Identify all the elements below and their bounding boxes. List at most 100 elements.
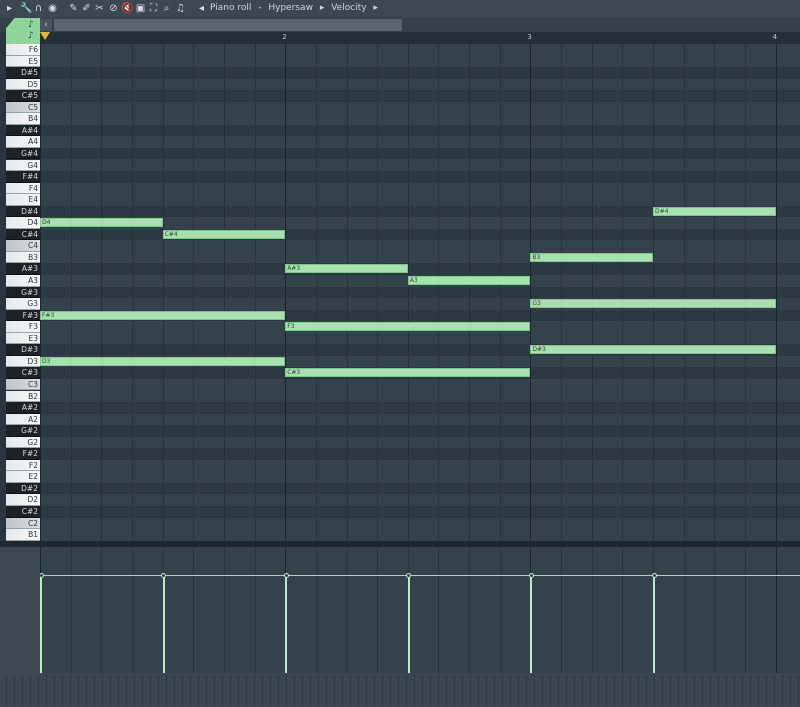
piano-key[interactable]: A#3 <box>6 263 40 275</box>
piano-key[interactable]: G3 <box>6 298 40 310</box>
mute-icon[interactable]: 🔇 <box>121 3 133 14</box>
piano-key[interactable]: A2 <box>6 413 40 426</box>
pencil-icon[interactable]: ✎ <box>68 3 79 14</box>
zoom-fit-icon[interactable]: ⛶ <box>148 3 159 14</box>
piano-key[interactable]: D3 <box>6 355 40 368</box>
title-arrow-2: ▸ <box>373 3 378 13</box>
piano-key[interactable]: C#4 <box>6 228 40 241</box>
brush-icon[interactable]: ✐ <box>81 3 92 14</box>
scrollbar-stripe <box>510 675 511 705</box>
wrench-icon[interactable]: 🔧 <box>20 3 32 14</box>
pitch-lane <box>40 506 800 518</box>
note-fs3[interactable]: F#3 <box>40 310 286 320</box>
note-ds4[interactable]: D#4 <box>653 206 776 216</box>
playhead-marker[interactable] <box>40 32 50 40</box>
piano-key[interactable]: D#4 <box>6 205 40 218</box>
velocity-handle[interactable] <box>528 572 534 578</box>
velocity-grid-line <box>683 547 685 673</box>
zoom-icon[interactable]: ⌕ <box>161 3 172 14</box>
velocity-stem[interactable] <box>40 574 42 673</box>
speaker-icon[interactable]: ♫ <box>175 3 186 14</box>
piano-key[interactable]: B3 <box>6 251 40 264</box>
velocity-handle[interactable] <box>283 572 289 578</box>
piano-key[interactable]: F#4 <box>6 171 40 183</box>
note-grid[interactable]: D4 C#4 F#3 D3 A#3 A3 F3 C#3 B3 D#4 G3 D#3 <box>40 44 800 541</box>
horizontal-scrollbar[interactable] <box>54 19 402 31</box>
piano-key[interactable]: G#3 <box>6 286 40 299</box>
piano-key[interactable]: F#3 <box>6 309 40 322</box>
note-ds3[interactable]: D#3 <box>530 345 776 355</box>
piano-key[interactable]: D5 <box>6 78 40 91</box>
grid-subdivision-line <box>193 44 195 541</box>
velocity-handle[interactable] <box>406 572 412 578</box>
piano-key[interactable]: F#2 <box>6 448 40 460</box>
piano-key[interactable]: D#3 <box>6 344 40 356</box>
piano-key[interactable]: F3 <box>6 321 40 333</box>
scroll-left-button[interactable]: ‹ <box>40 19 52 31</box>
piano-key[interactable]: C#2 <box>6 506 40 518</box>
title-instrument[interactable]: Hypersaw <box>268 3 313 13</box>
piano-key[interactable]: C#3 <box>6 367 40 379</box>
record-icon[interactable]: ◉ <box>47 3 58 14</box>
velocity-stem[interactable] <box>407 574 410 673</box>
scrollbar-stripe <box>374 675 375 705</box>
piano-key[interactable]: B1 <box>6 529 40 541</box>
piano-key[interactable]: G2 <box>6 436 40 449</box>
piano-key[interactable]: E2 <box>6 471 40 483</box>
magnet-icon[interactable]: ∩ <box>33 3 44 14</box>
piano-key[interactable]: A#4 <box>6 124 40 137</box>
piano-key[interactable]: G#4 <box>6 147 40 160</box>
velocity-panel[interactable] <box>40 547 800 673</box>
select-icon[interactable]: ▣ <box>135 3 146 14</box>
piano-key[interactable]: F4 <box>6 182 40 195</box>
piano-key[interactable]: F2 <box>6 459 40 472</box>
note-d3[interactable]: D3 <box>40 356 286 366</box>
piano-key[interactable]: G4 <box>6 159 40 172</box>
bottom-scrollbar[interactable] <box>0 673 800 707</box>
speaker-icon[interactable]: ◂ <box>196 3 207 14</box>
piano-key[interactable]: A4 <box>6 136 40 148</box>
piano-key[interactable]: D#5 <box>6 67 40 79</box>
piano-key[interactable]: B4 <box>6 113 40 125</box>
slice-icon[interactable]: ✂ <box>94 3 105 14</box>
title-velocity[interactable]: Velocity <box>331 3 366 13</box>
ruler-label: 3 <box>527 33 532 41</box>
note-g3[interactable]: G3 <box>530 299 776 309</box>
piano-key[interactable]: C#5 <box>6 90 40 102</box>
velocity-handle[interactable] <box>651 572 657 578</box>
piano-key[interactable]: E5 <box>6 55 40 68</box>
piano-keyboard[interactable]: F6 E5 D#5 D5 C#5 C5 B4 A#4 A4 G#4 G4 F#4 F4 E4 D#4 D4 C#… <box>6 44 40 541</box>
pitch-lane <box>40 286 800 299</box>
note-d4[interactable]: D4 <box>40 218 163 228</box>
piano-key[interactable]: D#2 <box>6 482 40 495</box>
menu-arrow-icon[interactable]: ▸ <box>4 3 15 14</box>
piano-key[interactable]: F6 <box>6 44 40 56</box>
delete-icon[interactable]: ⊘ <box>108 3 119 14</box>
piano-key[interactable]: C5 <box>6 101 40 114</box>
velocity-handle[interactable] <box>40 572 44 578</box>
note-cs4[interactable]: C#4 <box>162 229 286 239</box>
piano-key[interactable]: C2 <box>6 517 40 530</box>
title-arrow-1: ▸ <box>319 3 325 13</box>
piano-key[interactable]: E4 <box>6 194 40 206</box>
piano-key[interactable]: C3 <box>6 378 40 391</box>
note-f3[interactable]: F3 <box>285 322 531 332</box>
velocity-stem[interactable] <box>285 574 288 673</box>
piano-key[interactable]: C4 <box>6 240 40 252</box>
velocity-stem[interactable] <box>653 574 655 673</box>
note-a3[interactable]: A3 <box>407 276 531 285</box>
piano-key[interactable]: D4 <box>6 217 40 229</box>
velocity-stem[interactable] <box>530 574 533 673</box>
piano-key[interactable]: E3 <box>6 332 40 345</box>
piano-key[interactable]: A3 <box>6 275 40 287</box>
piano-key[interactable]: A#2 <box>6 402 40 414</box>
piano-key[interactable]: B2 <box>6 390 40 403</box>
velocity-handle[interactable] <box>161 572 167 578</box>
note-b3[interactable]: B3 <box>530 252 653 262</box>
note-cs3[interactable]: C#3 <box>285 368 531 378</box>
velocity-stem[interactable] <box>162 574 165 673</box>
note-as3[interactable]: A#3 <box>285 264 408 274</box>
piano-key[interactable]: G#2 <box>6 425 40 437</box>
piano-key[interactable]: D2 <box>6 494 40 506</box>
pitch-lane <box>40 101 800 114</box>
